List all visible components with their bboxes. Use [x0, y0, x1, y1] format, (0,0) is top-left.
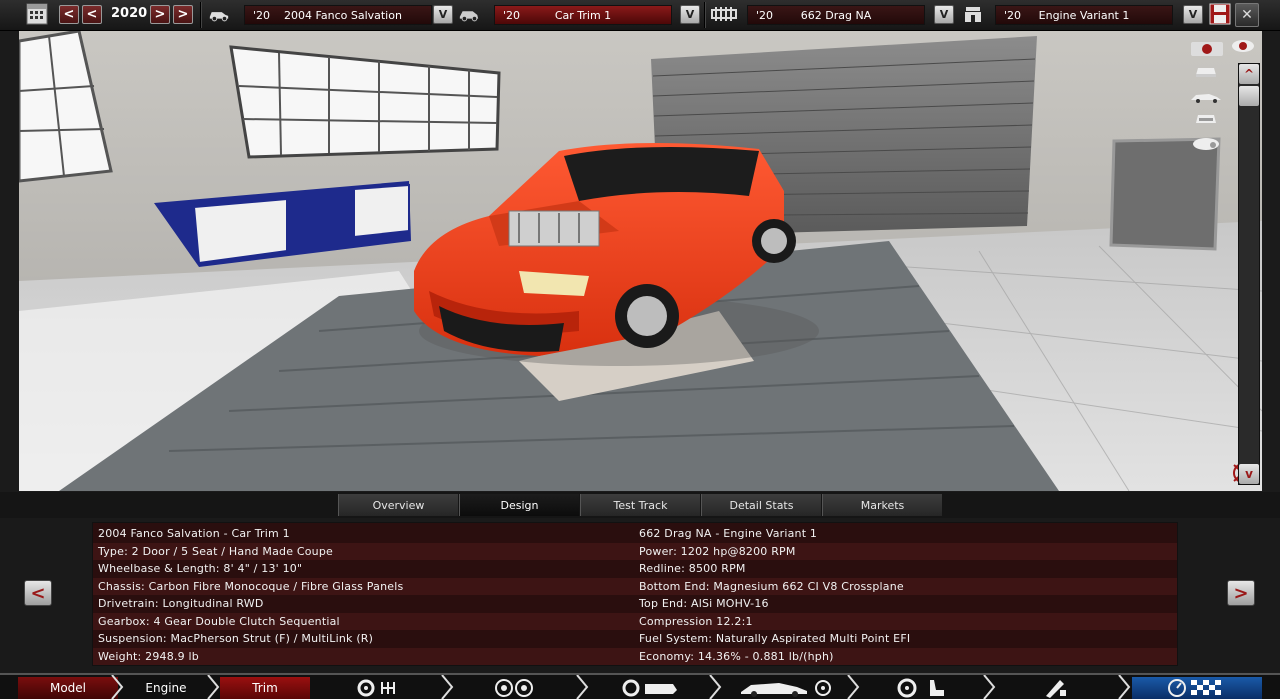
- scroll-thumb[interactable]: [1239, 86, 1259, 106]
- top-toolbar: < < 2020 > > '20 2004 Fanco Salvation V …: [0, 0, 1280, 31]
- designer-step-nav: Model Engine Trim: [0, 673, 1280, 699]
- table-row: Chassis: Carbon Fibre Monocoque / Fibre …: [93, 577, 1177, 595]
- info-next-button[interactable]: >: [1227, 580, 1255, 606]
- calendar-icon[interactable]: [26, 3, 48, 25]
- engine-variant-name: Engine Variant 1: [1038, 8, 1130, 22]
- year-label: 2020: [111, 6, 148, 21]
- engine-dropdown-button[interactable]: V: [934, 5, 954, 24]
- chevron-right-icon: [847, 675, 860, 699]
- car-info-title: 2004 Fanco Salvation - Car Trim 1: [98, 527, 290, 540]
- tab-test-track[interactable]: Test Track: [580, 494, 700, 516]
- info-panel: < 2004 Fanco Salvation - Car Trim 1 662 …: [0, 518, 1280, 672]
- garage-scene-image: [19, 31, 1262, 491]
- chevron-right-icon: [1118, 675, 1131, 699]
- nav-drivetrain-gearbox-icon[interactable]: [350, 677, 410, 699]
- camera-icon[interactable]: [1189, 37, 1225, 61]
- nav-suspension-icon[interactable]: [485, 677, 545, 699]
- trim-name: Car Trim 1: [554, 8, 612, 22]
- chevron-right-icon: [709, 675, 722, 699]
- scroll-up-button[interactable]: ^: [1239, 64, 1259, 84]
- engine-compression: Compression 12.2:1: [639, 614, 753, 628]
- model-name: 2004 Fanco Salvation: [284, 8, 402, 22]
- tab-overview[interactable]: Overview: [338, 494, 458, 516]
- car-top-view-icon[interactable]: [1191, 135, 1221, 157]
- table-row: Wheelbase & Length: 8' 4" / 13' 10" Redl…: [93, 560, 1177, 578]
- scroll-down-button[interactable]: v: [1239, 464, 1259, 484]
- year-prev-fast-button[interactable]: <: [59, 5, 79, 24]
- year-next-fast-button[interactable]: >: [173, 5, 193, 24]
- nav-tuning-icon[interactable]: [1030, 677, 1080, 699]
- nav-step-trim[interactable]: Trim: [220, 677, 310, 699]
- nav-step-model[interactable]: Model: [18, 677, 118, 699]
- chevron-right-icon: [576, 675, 589, 699]
- engine-bottom-end: Bottom End: Magnesium 662 CI V8 Crosspla…: [639, 579, 904, 593]
- engine-variant-selector[interactable]: '20 Engine Variant 1: [995, 5, 1173, 25]
- trim-selector[interactable]: '20 Car Trim 1: [494, 5, 672, 25]
- engine-info-title: 662 Drag NA - Engine Variant 1: [639, 527, 818, 540]
- car-weight: Weight: 2948.9 lb: [98, 649, 199, 663]
- model-selector[interactable]: '20 2004 Fanco Salvation: [244, 5, 432, 25]
- engine-selector[interactable]: '20 662 Drag NA: [747, 5, 925, 25]
- save-icon[interactable]: [1209, 3, 1231, 25]
- car-drivetrain: Drivetrain: Longitudinal RWD: [98, 597, 264, 610]
- car-type: Type: 2 Door / 5 Seat / Hand Made Coupe: [98, 544, 333, 558]
- close-button[interactable]: ✕: [1235, 3, 1259, 27]
- chevron-right-icon: [207, 675, 220, 699]
- model-dropdown-button[interactable]: V: [433, 5, 453, 24]
- car-wheelbase-length: Wheelbase & Length: 8' 4" / 13' 10": [98, 562, 303, 575]
- engine-redline: Redline: 8500 RPM: [639, 562, 746, 575]
- car-side-view-icon[interactable]: [1189, 89, 1223, 108]
- tab-design[interactable]: Design: [459, 494, 579, 516]
- table-row: Drivetrain: Longitudinal RWD Top End: Al…: [93, 595, 1177, 613]
- engine-power: Power: 1202 hp@8200 RPM: [639, 544, 796, 558]
- table-row: Weight: 2948.9 lb Economy: 14.36% - 0.88…: [93, 647, 1177, 665]
- engine-variant-dropdown-button[interactable]: V: [1183, 5, 1203, 24]
- car-model-icon: [208, 3, 230, 25]
- info-table: 2004 Fanco Salvation - Car Trim 1 662 Dr…: [92, 522, 1178, 666]
- table-row: Suspension: MacPherson Strut (F) / Multi…: [93, 630, 1177, 648]
- car-trim-icon: [458, 3, 480, 25]
- nav-step-engine[interactable]: Engine: [124, 677, 208, 699]
- car-suspension: Suspension: MacPherson Strut (F) / Multi…: [98, 632, 374, 645]
- chevron-right-icon: [441, 675, 454, 699]
- tab-detail-stats[interactable]: Detail Stats: [701, 494, 821, 516]
- engine-fuel-system: Fuel System: Naturally Aspirated Multi P…: [639, 632, 911, 645]
- zoom-scrollbar[interactable]: ^ v: [1238, 63, 1260, 485]
- year-next-button[interactable]: >: [150, 5, 170, 24]
- engine-economy: Economy: 14.36% - 0.881 lb/(hph): [639, 649, 834, 663]
- year-prev-button[interactable]: <: [82, 5, 102, 24]
- chevron-right-icon: [111, 675, 124, 699]
- car-front-view-icon[interactable]: [1193, 63, 1219, 83]
- info-tabs: Overview Design Test Track Detail Stats …: [0, 492, 1280, 518]
- visibility-eye-icon[interactable]: [1230, 38, 1256, 58]
- car-chassis: Chassis: Carbon Fibre Monocoque / Fibre …: [98, 579, 404, 593]
- nav-brakes-icon[interactable]: [615, 677, 685, 699]
- engine-top-end: Top End: AlSi MOHV-16: [639, 597, 769, 610]
- nav-testing-finish-icon[interactable]: [1132, 677, 1262, 699]
- trim-dropdown-button[interactable]: V: [680, 5, 700, 24]
- tab-markets[interactable]: Markets: [822, 494, 942, 516]
- info-prev-button[interactable]: <: [24, 580, 52, 606]
- engine-variant-icon: [962, 3, 984, 25]
- nav-interior-icon[interactable]: [888, 677, 958, 699]
- garage-3d-viewport[interactable]: ^ v: [19, 31, 1262, 491]
- table-row: Type: 2 Door / 5 Seat / Hand Made Coupe …: [93, 542, 1177, 560]
- engine-name: 662 Drag NA: [800, 8, 872, 22]
- nav-body-aero-icon[interactable]: [735, 677, 835, 699]
- car-gearbox: Gearbox: 4 Gear Double Clutch Sequential: [98, 614, 340, 628]
- table-row: 2004 Fanco Salvation - Car Trim 1 662 Dr…: [93, 525, 1177, 543]
- table-row: Gearbox: 4 Gear Double Clutch Sequential…: [93, 612, 1177, 630]
- chevron-right-icon: [983, 675, 996, 699]
- car-rear-view-icon[interactable]: [1193, 111, 1219, 131]
- engine-icon: [710, 3, 738, 25]
